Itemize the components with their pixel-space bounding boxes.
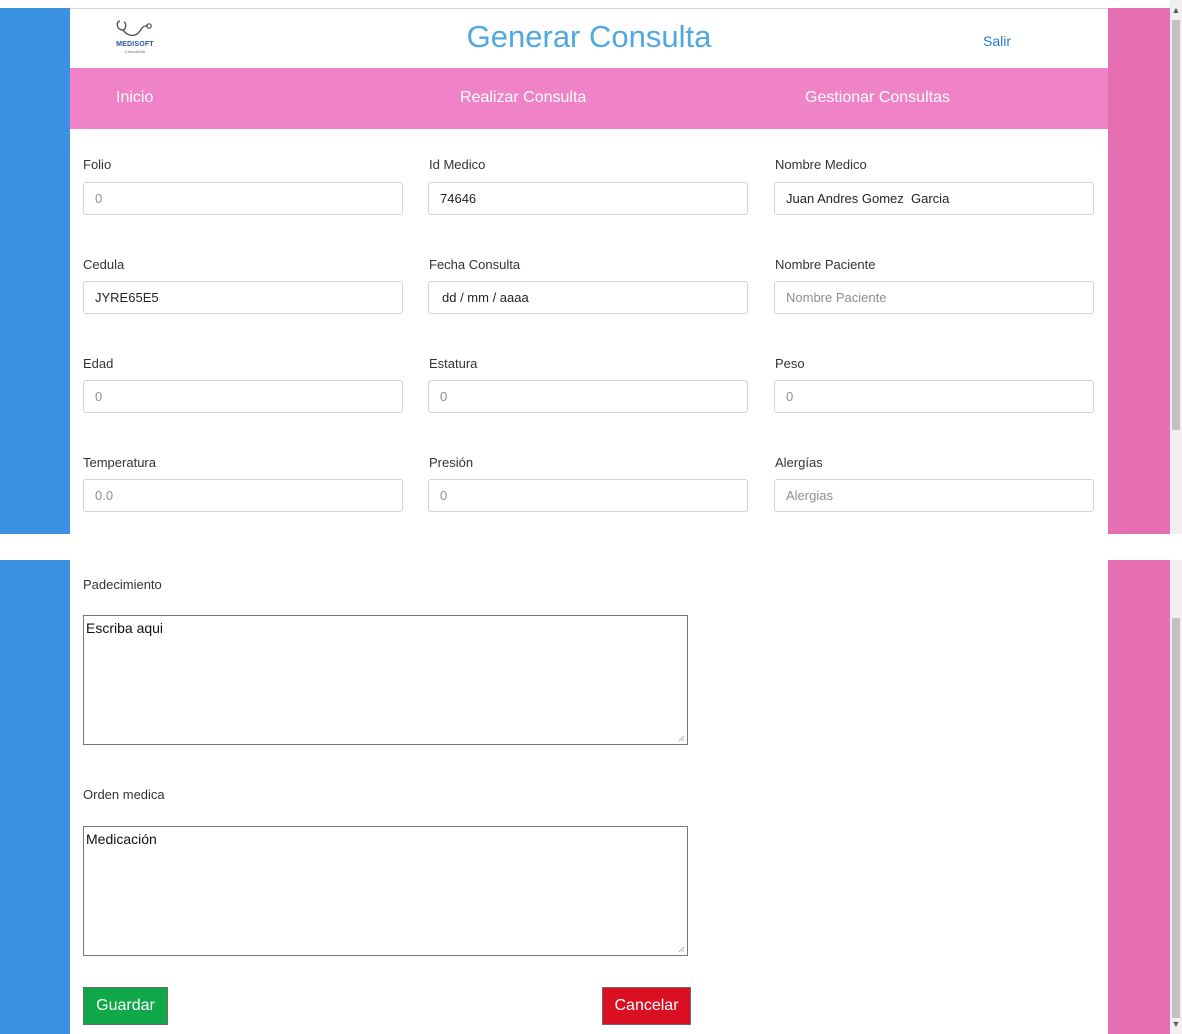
edad-label: Edad: [83, 356, 114, 371]
id-medico-label: Id Medico: [429, 157, 486, 172]
folio-input[interactable]: 0: [83, 182, 403, 215]
scroll-down-icon[interactable]: ▼: [1170, 1017, 1182, 1031]
nombre-medico-label: Nombre Medico: [775, 157, 867, 172]
temperatura-label: Temperatura: [83, 455, 156, 470]
alergias-label: Alergías: [775, 455, 823, 470]
fecha-consulta-label: Fecha Consulta: [429, 257, 521, 272]
orden-medica-textarea[interactable]: Medicación: [83, 826, 688, 956]
nombre-medico-input[interactable]: Juan Andres Gomez Garcia: [774, 182, 1094, 215]
right-band: [1108, 560, 1170, 1034]
navbar: Inicio Realizar Consulta Gestionar Consu…: [70, 68, 1108, 129]
scroll-up-icon[interactable]: ▲: [1170, 3, 1182, 17]
presion-input[interactable]: 0: [428, 479, 748, 512]
nav-item-inicio[interactable]: Inicio: [116, 89, 153, 107]
right-band: [1108, 8, 1170, 534]
scroll-thumb[interactable]: [1172, 20, 1180, 430]
cedula-label: Cedula: [83, 257, 125, 272]
temperatura-value: 0.0: [95, 488, 114, 503]
estatura-input[interactable]: 0: [428, 380, 748, 413]
scrollbar[interactable]: ▼: [1170, 560, 1182, 1034]
nombre-paciente-input[interactable]: Nombre Paciente: [774, 281, 1094, 314]
nav-item-gestionar-consultas[interactable]: Gestionar Consultas: [805, 89, 950, 107]
presion-label: Presión: [429, 455, 474, 470]
header: MEDISOFT Consultorio Generar Consulta Sa…: [70, 9, 1108, 68]
cancel-button[interactable]: Cancelar: [602, 987, 691, 1025]
folio-value: 0: [95, 191, 103, 206]
folio-label: Folio: [83, 157, 112, 172]
left-band: [0, 560, 70, 1034]
estatura-value: 0: [440, 389, 448, 404]
scrollbar[interactable]: ▲: [1170, 0, 1182, 534]
page-title: Generar Consulta: [466, 19, 712, 54]
save-button[interactable]: Guardar: [83, 987, 168, 1025]
fecha-consulta-value: dd / mm / aaaa: [442, 290, 529, 305]
peso-input[interactable]: 0: [774, 380, 1094, 413]
id-medico-input[interactable]: 74646: [428, 182, 748, 215]
temperatura-input[interactable]: 0.0: [83, 479, 403, 512]
orden-medica-label: Orden medica: [83, 787, 165, 802]
cedula-value: JYRE65E5: [95, 290, 159, 305]
left-band: [0, 8, 70, 534]
cedula-input[interactable]: JYRE65E5: [83, 281, 403, 314]
padecimiento-value: Escriba aqui: [86, 620, 164, 636]
nombre-paciente-placeholder: Nombre Paciente: [786, 290, 887, 305]
resize-grip-icon[interactable]: [677, 945, 685, 953]
edad-value: 0: [95, 389, 103, 404]
peso-label: Peso: [775, 356, 805, 371]
padecimiento-textarea[interactable]: Escriba aqui: [83, 615, 688, 745]
section-gap: [0, 534, 1170, 560]
resize-grip-icon[interactable]: [677, 734, 685, 742]
nombre-medico-value: Juan Andres Gomez Garcia: [786, 191, 950, 206]
scroll-thumb[interactable]: [1172, 618, 1180, 1018]
presion-value: 0: [440, 488, 448, 503]
orden-medica-value: Medicación: [86, 831, 157, 847]
nombre-paciente-label: Nombre Paciente: [775, 257, 876, 272]
fecha-consulta-input[interactable]: dd / mm / aaaa: [428, 281, 748, 314]
edad-input[interactable]: 0: [83, 380, 403, 413]
alergias-input[interactable]: Alergias: [774, 479, 1094, 512]
alergias-placeholder: Alergias: [786, 488, 833, 503]
peso-value: 0: [786, 389, 794, 404]
page: ▲ ▼ MEDISOFT Consultorio Generar Consult…: [0, 0, 1182, 1034]
id-medico-value: 74646: [440, 191, 477, 206]
padecimiento-label: Padecimiento: [83, 577, 162, 592]
nav-item-realizar-consulta[interactable]: Realizar Consulta: [460, 89, 586, 107]
estatura-label: Estatura: [429, 356, 478, 371]
logout-link[interactable]: Salir: [983, 33, 1011, 49]
